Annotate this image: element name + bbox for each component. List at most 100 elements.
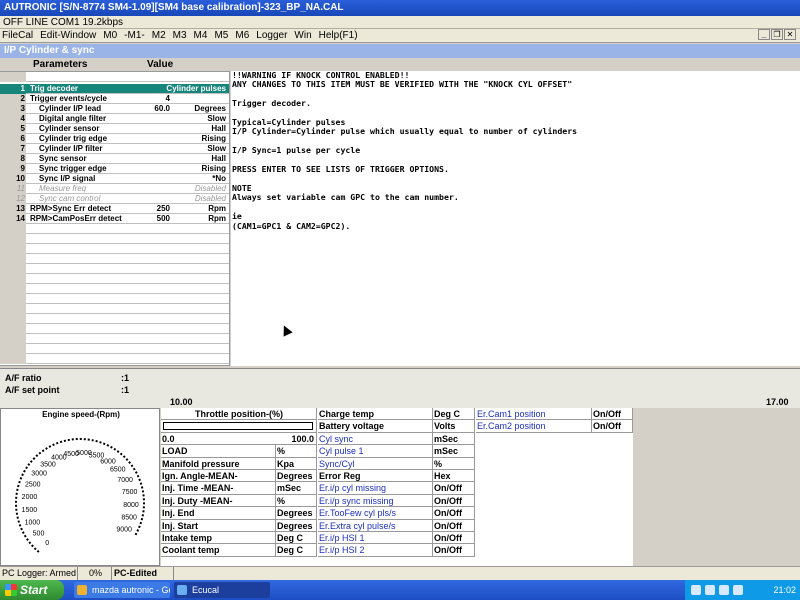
gauge-tick-label: 7000 (117, 477, 133, 484)
param-value: 4 (165, 94, 170, 103)
param-row[interactable]: 5 Cylinder sensor Hall (0, 124, 229, 134)
data-label: Er.TooFew cyl pls/s (318, 507, 433, 520)
menu-win[interactable]: Win (294, 29, 311, 42)
menu-m1[interactable]: -M1- (124, 29, 145, 42)
restore-icon[interactable]: ❐ (771, 29, 783, 40)
param-unit: Rising (201, 164, 226, 173)
ecucal-icon (177, 585, 187, 595)
param-label: Sync trigger edge (39, 164, 107, 173)
data-label: Er.Cam1 position (476, 408, 592, 421)
param-row[interactable]: 7 Cylinder I/P filter Slow (0, 144, 229, 154)
minimize-icon[interactable]: _ (758, 29, 770, 40)
param-unit: Cylinder pulses (166, 84, 226, 93)
tray-network-icon[interactable] (691, 585, 701, 595)
param-row-blank (0, 284, 229, 294)
engine-speed-gauge: Engine speed-(Rpm) 0 500 1000 1500 2000 2500 3… (0, 408, 160, 566)
gauge-tick-label: 8500 (121, 515, 137, 522)
param-row[interactable]: 3 Cylinder I/P lead 60.0 Degrees (0, 104, 229, 114)
param-number: 3 (0, 104, 26, 114)
param-unit: *No (212, 174, 226, 183)
data-label: Charge temp (318, 408, 433, 421)
param-unit: Slow (207, 144, 226, 153)
data-label: Cyl sync (318, 432, 433, 446)
menu-logger[interactable]: Logger (256, 29, 287, 42)
param-unit: Disabled (194, 184, 226, 193)
menu-m3[interactable]: M3 (173, 29, 187, 42)
data-label: Inj. End (161, 507, 276, 520)
task-ecucal[interactable]: Ecucal (174, 582, 270, 598)
gauge-tick-label: 2000 (22, 494, 38, 501)
gauge-tick-label: 8000 (123, 502, 139, 509)
data-label: Intake temp (161, 532, 276, 545)
system-tray: 21:02 (685, 580, 800, 600)
menu-m5[interactable]: M5 (214, 29, 228, 42)
gauge-tick-label: 9000 (116, 527, 132, 534)
start-button[interactable]: Start (0, 580, 64, 600)
param-number: 7 (0, 144, 26, 154)
param-row[interactable]: 9 Sync trigger edge Rising (0, 164, 229, 174)
data-unit: Degrees (276, 519, 317, 532)
menu-m4[interactable]: M4 (194, 29, 208, 42)
data-label: Coolant temp (161, 544, 276, 557)
af-scale-max: 17.00 (766, 397, 789, 407)
parameter-table: 1 Trig decoder Cylinder pulses 2 Trigger eve… (0, 71, 230, 366)
param-row-blank (0, 324, 229, 334)
mdi-controls: _ ❐ ✕ (758, 29, 796, 40)
param-number: 14 (0, 214, 26, 224)
param-row-blank (0, 354, 229, 364)
param-row[interactable]: 14 RPM>CamPosErr detect 500 Rpm (0, 214, 229, 224)
param-row[interactable]: 2 Trigger events/cycle 4 (0, 94, 229, 104)
data-label: Inj. Time -MEAN- (161, 482, 276, 495)
param-label: Trigger events/cycle (30, 94, 107, 103)
task-browser[interactable]: mazda autronic - Goo... (74, 582, 170, 598)
param-number: 13 (0, 204, 26, 214)
gauge-dial: 0500100015002000250030003500400045005000… (15, 438, 145, 553)
menu-edit-window[interactable]: Edit-Window (40, 29, 96, 42)
gauge-tick-label: 3500 (40, 461, 56, 468)
data-label: Er.Cam2 position (476, 420, 592, 433)
menu-m2[interactable]: M2 (152, 29, 166, 42)
throttle-max: 100.0 (239, 432, 317, 446)
param-row[interactable]: 8 Sync sensor Hall (0, 154, 229, 164)
child-window-title: I/P Cylinder & sync (0, 44, 800, 58)
gauge-tick-label: 7500 (122, 489, 138, 496)
param-number: 6 (0, 134, 26, 144)
data-label: Cyl pulse 1 (318, 445, 433, 458)
menu-filecal[interactable]: FileCal (2, 29, 33, 42)
close-icon[interactable]: ✕ (784, 29, 796, 40)
data-unit: On/Off (433, 544, 475, 557)
param-row[interactable]: 12 Sync cam control Disabled (0, 194, 229, 204)
param-row[interactable]: 13 RPM>Sync Err detect 250 Rpm (0, 204, 229, 214)
param-row[interactable]: 11 Measure freq Disabled (0, 184, 229, 194)
param-label: Measure freq (39, 184, 87, 193)
data-unit: Deg C (433, 408, 475, 421)
param-label: Cylinder I/P lead (39, 104, 102, 113)
param-row[interactable]: 6 Cylinder trig edge Rising (0, 134, 229, 144)
param-row-blank (0, 224, 229, 234)
param-row[interactable]: 1 Trig decoder Cylinder pulses (0, 84, 229, 94)
menu-m6[interactable]: M6 (235, 29, 249, 42)
tray-update-icon[interactable] (733, 585, 743, 595)
param-number: 9 (0, 164, 26, 174)
gauge-tick-label: 6000 (100, 458, 116, 465)
data-grid: Throttle position-(%) 0.0 100.0 LOAD% Manifo… (161, 408, 633, 566)
data-unit: mSec (276, 482, 317, 495)
logger-status: PC Logger: Armed (2, 567, 78, 580)
param-row[interactable]: 4 Digital angle filter Slow (0, 114, 229, 124)
param-unit: Rpm (208, 204, 226, 213)
menu-help[interactable]: Help(F1) (319, 29, 358, 42)
start-label: Start (20, 583, 48, 597)
menu-m0[interactable]: M0 (103, 29, 117, 42)
param-number: 5 (0, 124, 26, 134)
param-number: 4 (0, 114, 26, 124)
af-ratio-value: :1 (121, 373, 130, 383)
param-row[interactable]: 10 Sync I/P signal *No (0, 174, 229, 184)
param-label: Cylinder sensor (39, 124, 100, 133)
data-unit: On/Off (592, 408, 633, 421)
gauge-tick-label: 3000 (31, 471, 47, 478)
data-label: Manifold pressure (161, 457, 276, 470)
tray-volume-icon[interactable] (705, 585, 715, 595)
data-unit: mSec (433, 432, 475, 446)
tray-security-icon[interactable] (719, 585, 729, 595)
param-number: 1 (0, 84, 26, 94)
